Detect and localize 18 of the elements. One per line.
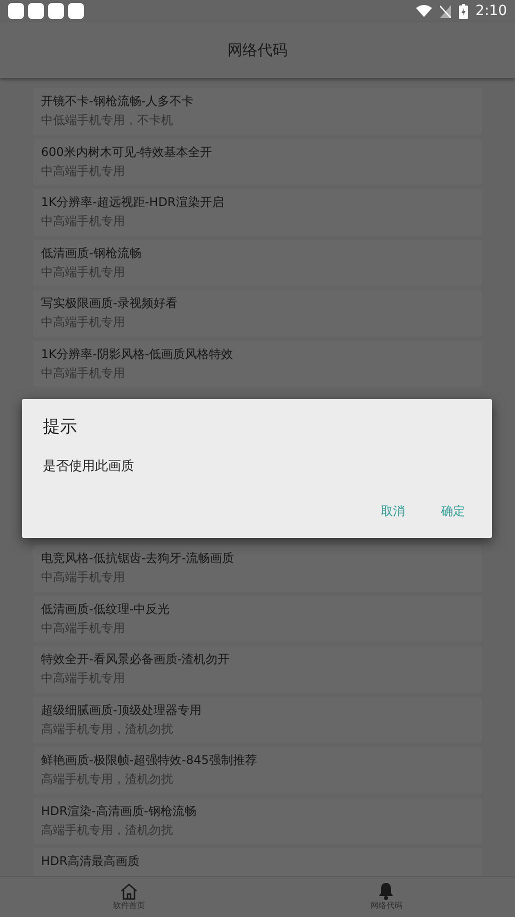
confirm-button[interactable]: 确定 <box>435 498 471 524</box>
notification-icon <box>28 3 44 19</box>
notification-icon <box>48 3 64 19</box>
dialog-title: 提示 <box>43 416 78 439</box>
notification-icon <box>8 3 24 19</box>
notification-icon <box>68 3 84 19</box>
cancel-button[interactable]: 取消 <box>375 498 411 524</box>
nav-tab[interactable]: 软件首页 <box>0 877 258 917</box>
no-sim-icon <box>440 4 451 18</box>
dialog-message: 是否使用此画质 <box>43 458 135 476</box>
clock-time: 2:10 <box>476 2 507 20</box>
nav-tab[interactable]: 网络代码 <box>258 877 515 917</box>
home-icon <box>120 882 138 900</box>
wifi-icon <box>416 5 432 17</box>
bell-icon <box>378 882 394 900</box>
page-title: 网络代码 <box>228 40 288 61</box>
battery-icon <box>458 4 468 18</box>
list-item[interactable]: HDR高清最高画质 <box>33 848 482 876</box>
